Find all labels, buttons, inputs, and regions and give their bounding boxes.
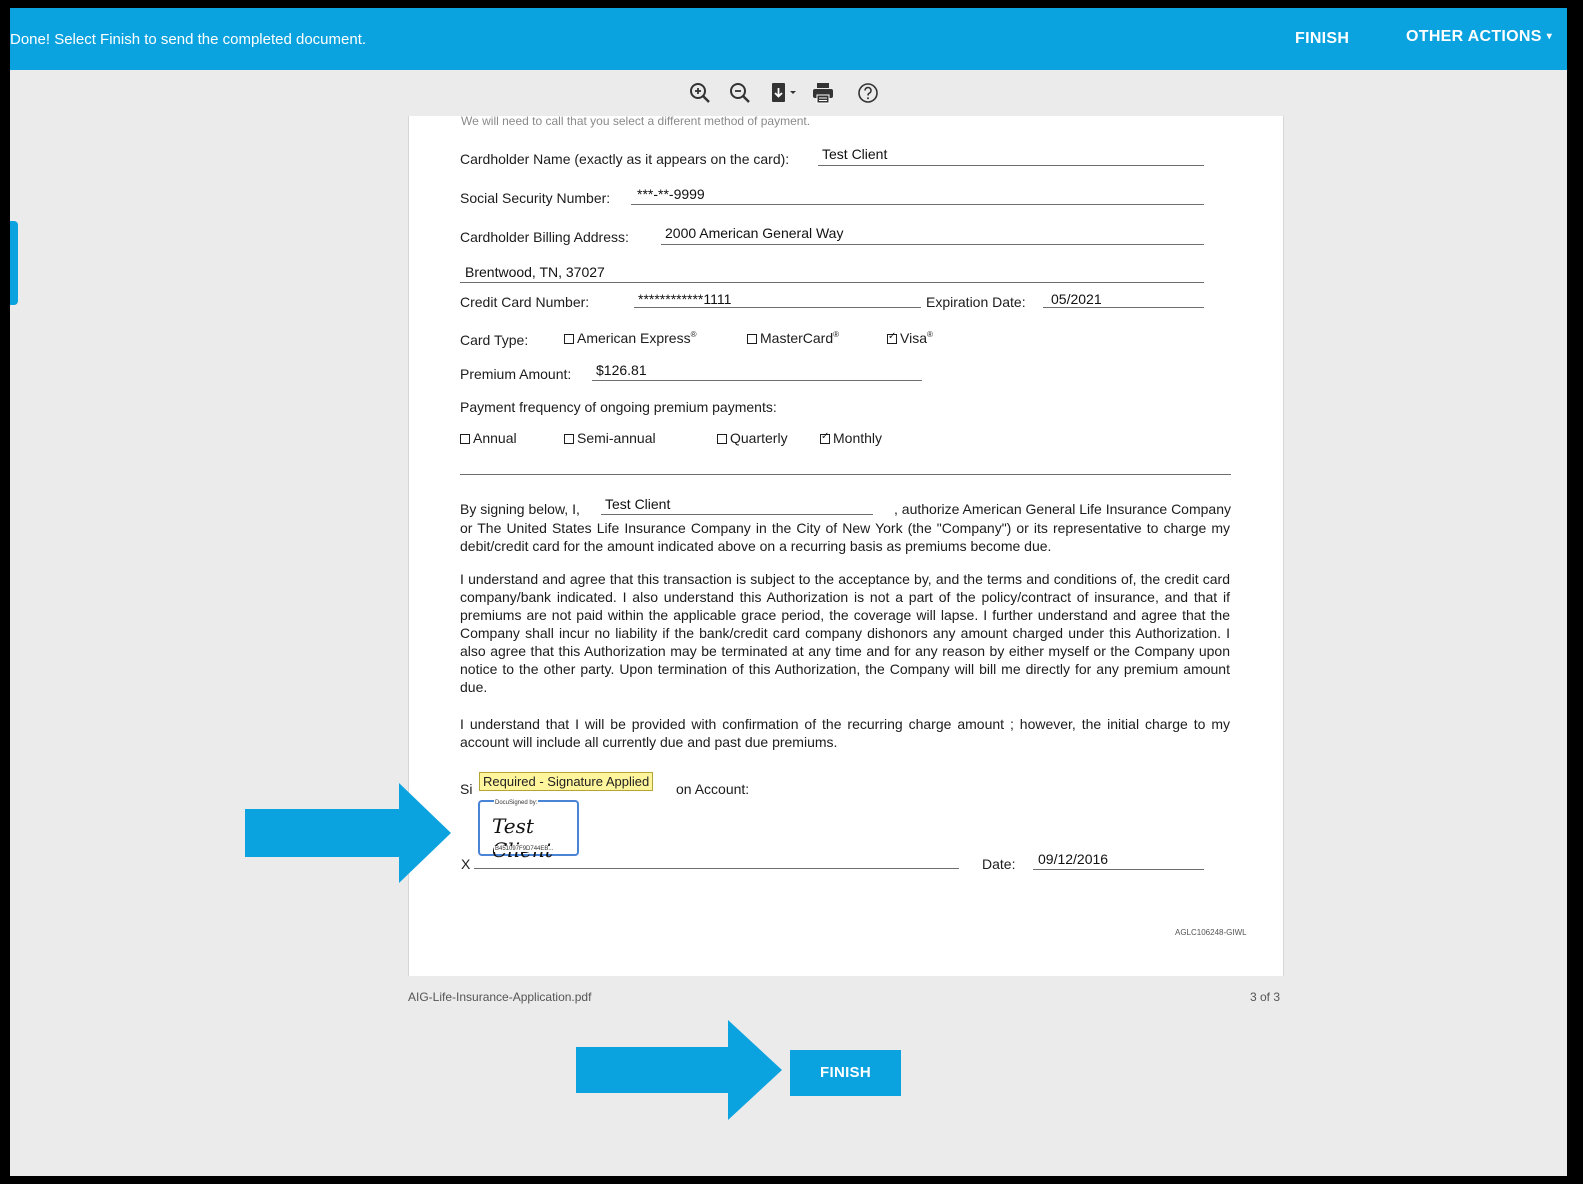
billing-address-line1[interactable]: 2000 American General Way [665, 225, 843, 241]
card-type-mastercard[interactable]: MasterCard® [747, 330, 839, 346]
card-type-visa-label: Visa [900, 330, 927, 346]
arrow-right-icon [245, 783, 451, 883]
checkbox-checked-icon [887, 331, 897, 344]
form-id: AGLC106248-GIWL [1175, 928, 1247, 937]
zoom-out-icon[interactable] [727, 80, 753, 106]
top-bar: Done! Select Finish to send the complete… [10, 8, 1567, 70]
date-field[interactable]: 09/12/2016 [1038, 851, 1108, 867]
auth-name-field[interactable]: Test Client [605, 496, 670, 512]
field-underline [661, 244, 1204, 245]
completion-message: Done! Select Finish to send the complete… [10, 31, 367, 48]
document-filename: AIG-Life-Insurance-Application.pdf [408, 990, 592, 1004]
authorization-paragraph: or The United States Life Insurance Comp… [460, 520, 1230, 554]
frequency-label: Payment frequency of ongoing premium pay… [460, 399, 777, 415]
field-underline [1033, 869, 1204, 870]
clipped-text: We will need to call that you select a d… [461, 114, 811, 128]
card-number-field[interactable]: ************1111 [638, 291, 731, 307]
frequency-quarterly-label: Quarterly [730, 430, 788, 446]
card-type-amex-label: American Express [577, 330, 691, 346]
auth-line1-suffix: , authorize American General Life Insura… [894, 501, 1231, 517]
signature-line [474, 868, 959, 869]
registered-mark: ® [690, 330, 697, 339]
finish-button-top[interactable]: FINISH [1295, 30, 1349, 48]
ssn-field[interactable]: ***-**-9999 [637, 186, 705, 202]
sign-x-mark: X [461, 856, 471, 872]
card-type-label: Card Type: [460, 332, 529, 348]
registered-mark: ® [833, 330, 840, 339]
auth-prefix: By signing below, I, [460, 501, 580, 517]
signature-field[interactable]: DocuSigned by: Test Client B451097F9D744… [478, 800, 579, 862]
document-toolbar [10, 70, 1567, 116]
billing-address-line2[interactable]: Brentwood, TN, 37027 [465, 264, 605, 280]
signature-label-start: Si [460, 781, 473, 797]
docusign-window: Done! Select Finish to send the complete… [10, 8, 1567, 1176]
frequency-annual-label: Annual [473, 430, 517, 446]
premium-label: Premium Amount: [460, 366, 572, 382]
frequency-semiannual[interactable]: Semi-annual [564, 430, 656, 446]
checkbox-checked-icon [820, 431, 830, 444]
frequency-monthly[interactable]: Monthly [820, 430, 882, 446]
checkbox-unchecked-icon [747, 334, 757, 344]
card-number-label: Credit Card Number: [460, 294, 590, 310]
field-underline [592, 380, 922, 381]
card-type-visa[interactable]: Visa® [887, 330, 933, 346]
finish-button[interactable]: FINISH [790, 1050, 901, 1096]
premium-field[interactable]: $126.81 [596, 362, 647, 378]
date-label: Date: [982, 856, 1016, 872]
frequency-annual[interactable]: Annual [460, 430, 517, 446]
side-accent-tab [10, 221, 18, 305]
chevron-down-icon: ▾ [1546, 31, 1553, 42]
card-type-amex[interactable]: American Express® [564, 330, 697, 346]
help-icon[interactable] [855, 80, 881, 106]
download-icon[interactable] [767, 80, 801, 106]
ssn-label: Social Security Number: [460, 190, 611, 206]
document-page: We will need to call that you select a d… [408, 114, 1284, 976]
other-actions-label: OTHER ACTIONS [1406, 28, 1542, 45]
signature-tooltip: Required - Signature Applied [479, 772, 654, 791]
field-underline [631, 204, 1204, 205]
field-underline [1043, 307, 1204, 308]
terms-paragraph: I understand and agree that this transac… [460, 571, 1230, 695]
frequency-semiannual-label: Semi-annual [577, 430, 656, 446]
frequency-quarterly[interactable]: Quarterly [717, 430, 788, 446]
field-underline [818, 165, 1204, 166]
checkbox-unchecked-icon [717, 434, 727, 444]
billing-address-label: Cardholder Billing Address: [460, 229, 629, 245]
checkbox-unchecked-icon [564, 334, 574, 344]
print-icon[interactable] [810, 80, 836, 106]
checkbox-unchecked-icon [460, 434, 470, 444]
expiration-field[interactable]: 05/2021 [1051, 291, 1102, 307]
field-underline [460, 282, 1204, 283]
zoom-in-icon[interactable] [687, 80, 713, 106]
page-count: 3 of 3 [1250, 990, 1281, 1004]
checkbox-unchecked-icon [564, 434, 574, 444]
field-underline [601, 514, 873, 515]
cardholder-name-field[interactable]: Test Client [822, 146, 887, 162]
docusigned-by-label: DocuSigned by: [494, 800, 539, 806]
expiration-label: Expiration Date: [926, 294, 1026, 310]
section-divider [460, 474, 1231, 475]
field-underline [634, 307, 921, 308]
other-actions-menu[interactable]: OTHER ACTIONS ▾ [1406, 28, 1552, 46]
cardholder-name-label: Cardholder Name (exactly as it appears o… [460, 151, 790, 167]
signature-id: B451097F9D744EB... [494, 846, 555, 852]
confirmation-paragraph: I understand that I will be provided wit… [460, 716, 1230, 750]
signature-handwriting: Test Client [492, 814, 553, 862]
registered-mark: ® [926, 330, 933, 339]
card-type-mastercard-label: MasterCard [760, 330, 834, 346]
signature-label-end: on Account: [676, 781, 750, 797]
frequency-monthly-label: Monthly [833, 430, 883, 446]
arrow-right-icon [576, 1020, 782, 1120]
